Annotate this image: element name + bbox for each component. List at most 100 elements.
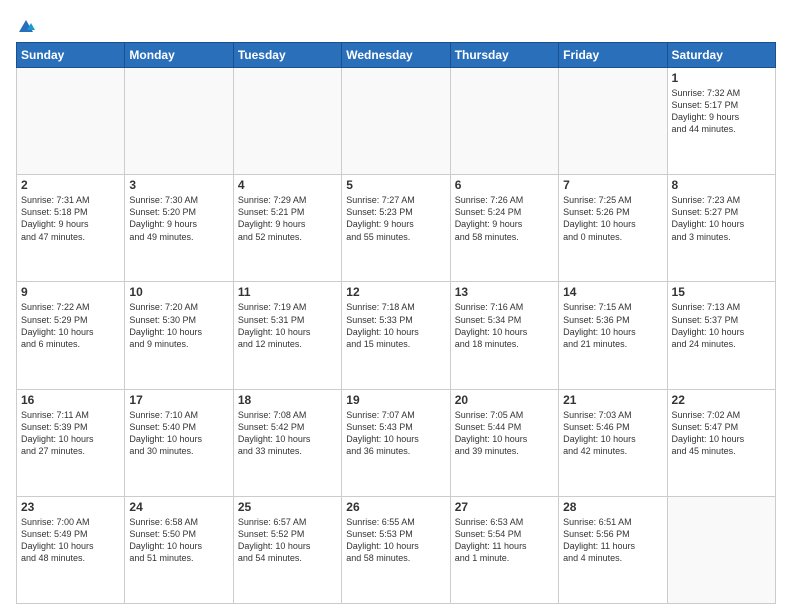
day-info: Sunrise: 6:51 AM Sunset: 5:56 PM Dayligh…	[563, 516, 662, 565]
page-container: SundayMondayTuesdayWednesdayThursdayFrid…	[0, 0, 792, 612]
day-info: Sunrise: 7:15 AM Sunset: 5:36 PM Dayligh…	[563, 301, 662, 350]
calendar-week-row: 1 Sunrise: 7:32 AM Sunset: 5:17 PM Daylig…	[17, 68, 776, 175]
day-info: Sunrise: 7:11 AM Sunset: 5:39 PM Dayligh…	[21, 409, 120, 458]
day-info: Sunrise: 7:27 AM Sunset: 5:23 PM Dayligh…	[346, 194, 445, 243]
day-number: 3	[129, 178, 228, 192]
day-info: Sunrise: 7:29 AM Sunset: 5:21 PM Dayligh…	[238, 194, 337, 243]
day-number: 14	[563, 285, 662, 299]
calendar-day-cell: 18 Sunrise: 7:08 AM Sunset: 5:42 PM Dayli…	[233, 389, 341, 496]
day-number: 28	[563, 500, 662, 514]
day-number: 19	[346, 393, 445, 407]
day-info: Sunrise: 7:00 AM Sunset: 5:49 PM Dayligh…	[21, 516, 120, 565]
logo-icon	[17, 18, 35, 36]
day-info: Sunrise: 7:16 AM Sunset: 5:34 PM Dayligh…	[455, 301, 554, 350]
calendar-day-cell: 15 Sunrise: 7:13 AM Sunset: 5:37 PM Dayli…	[667, 282, 775, 389]
day-info: Sunrise: 7:20 AM Sunset: 5:30 PM Dayligh…	[129, 301, 228, 350]
day-info: Sunrise: 7:31 AM Sunset: 5:18 PM Dayligh…	[21, 194, 120, 243]
calendar-day-cell: 23 Sunrise: 7:00 AM Sunset: 5:49 PM Dayli…	[17, 496, 125, 603]
day-info: Sunrise: 7:18 AM Sunset: 5:33 PM Dayligh…	[346, 301, 445, 350]
day-number: 18	[238, 393, 337, 407]
day-number: 17	[129, 393, 228, 407]
calendar-day-cell	[233, 68, 341, 175]
calendar-day-cell: 12 Sunrise: 7:18 AM Sunset: 5:33 PM Dayli…	[342, 282, 450, 389]
calendar-day-cell: 28 Sunrise: 6:51 AM Sunset: 5:56 PM Dayli…	[559, 496, 667, 603]
day-info: Sunrise: 6:53 AM Sunset: 5:54 PM Dayligh…	[455, 516, 554, 565]
day-number: 8	[672, 178, 771, 192]
calendar-day-cell: 27 Sunrise: 6:53 AM Sunset: 5:54 PM Dayli…	[450, 496, 558, 603]
day-number: 15	[672, 285, 771, 299]
day-info: Sunrise: 7:05 AM Sunset: 5:44 PM Dayligh…	[455, 409, 554, 458]
day-info: Sunrise: 7:10 AM Sunset: 5:40 PM Dayligh…	[129, 409, 228, 458]
calendar-day-header: Friday	[559, 43, 667, 68]
day-number: 26	[346, 500, 445, 514]
day-info: Sunrise: 6:58 AM Sunset: 5:50 PM Dayligh…	[129, 516, 228, 565]
logo	[16, 20, 35, 34]
calendar-day-cell: 8 Sunrise: 7:23 AM Sunset: 5:27 PM Daylig…	[667, 175, 775, 282]
day-info: Sunrise: 7:08 AM Sunset: 5:42 PM Dayligh…	[238, 409, 337, 458]
calendar-day-cell	[342, 68, 450, 175]
day-number: 13	[455, 285, 554, 299]
calendar-day-cell: 22Sunrise: 7:02 AM Sunset: 5:47 PM Dayli…	[667, 389, 775, 496]
day-number: 22	[672, 393, 771, 407]
calendar-day-cell: 11 Sunrise: 7:19 AM Sunset: 5:31 PM Dayli…	[233, 282, 341, 389]
calendar-day-cell: 26Sunrise: 6:55 AM Sunset: 5:53 PM Dayli…	[342, 496, 450, 603]
calendar-day-cell	[450, 68, 558, 175]
header	[16, 16, 776, 34]
day-number: 1	[672, 71, 771, 85]
day-number: 21	[563, 393, 662, 407]
day-number: 7	[563, 178, 662, 192]
calendar-day-header: Sunday	[17, 43, 125, 68]
calendar-day-header: Tuesday	[233, 43, 341, 68]
calendar-week-row: 16 Sunrise: 7:11 AM Sunset: 5:39 PM Dayli…	[17, 389, 776, 496]
day-number: 11	[238, 285, 337, 299]
day-info: Sunrise: 7:25 AM Sunset: 5:26 PM Dayligh…	[563, 194, 662, 243]
calendar-day-cell: 3 Sunrise: 7:30 AM Sunset: 5:20 PM Daylig…	[125, 175, 233, 282]
day-number: 5	[346, 178, 445, 192]
calendar-day-cell: 7 Sunrise: 7:25 AM Sunset: 5:26 PM Daylig…	[559, 175, 667, 282]
calendar-day-cell: 9 Sunrise: 7:22 AM Sunset: 5:29 PM Daylig…	[17, 282, 125, 389]
day-number: 20	[455, 393, 554, 407]
day-info: Sunrise: 7:30 AM Sunset: 5:20 PM Dayligh…	[129, 194, 228, 243]
day-info: Sunrise: 7:23 AM Sunset: 5:27 PM Dayligh…	[672, 194, 771, 243]
day-info: Sunrise: 7:03 AM Sunset: 5:46 PM Dayligh…	[563, 409, 662, 458]
day-number: 24	[129, 500, 228, 514]
calendar-day-cell: 14 Sunrise: 7:15 AM Sunset: 5:36 PM Dayli…	[559, 282, 667, 389]
calendar-day-cell: 13 Sunrise: 7:16 AM Sunset: 5:34 PM Dayli…	[450, 282, 558, 389]
day-info: Sunrise: 7:32 AM Sunset: 5:17 PM Dayligh…	[672, 87, 771, 136]
calendar-day-cell: 5 Sunrise: 7:27 AM Sunset: 5:23 PM Daylig…	[342, 175, 450, 282]
calendar-table: SundayMondayTuesdayWednesdayThursdayFrid…	[16, 42, 776, 604]
day-info: Sunrise: 7:07 AM Sunset: 5:43 PM Dayligh…	[346, 409, 445, 458]
day-info: Sunrise: 7:26 AM Sunset: 5:24 PM Dayligh…	[455, 194, 554, 243]
calendar-day-cell: 10 Sunrise: 7:20 AM Sunset: 5:30 PM Dayli…	[125, 282, 233, 389]
day-number: 12	[346, 285, 445, 299]
day-info: Sunrise: 7:22 AM Sunset: 5:29 PM Dayligh…	[21, 301, 120, 350]
day-info: Sunrise: 7:13 AM Sunset: 5:37 PM Dayligh…	[672, 301, 771, 350]
day-number: 10	[129, 285, 228, 299]
calendar-day-cell	[559, 68, 667, 175]
day-number: 27	[455, 500, 554, 514]
calendar-day-cell: 20 Sunrise: 7:05 AM Sunset: 5:44 PM Dayli…	[450, 389, 558, 496]
calendar-day-cell: 4 Sunrise: 7:29 AM Sunset: 5:21 PM Daylig…	[233, 175, 341, 282]
day-number: 25	[238, 500, 337, 514]
day-number: 16	[21, 393, 120, 407]
calendar-day-header: Monday	[125, 43, 233, 68]
calendar-day-cell: 19 Sunrise: 7:07 AM Sunset: 5:43 PM Dayli…	[342, 389, 450, 496]
day-number: 23	[21, 500, 120, 514]
calendar-day-cell: 6Sunrise: 7:26 AM Sunset: 5:24 PM Daylig…	[450, 175, 558, 282]
calendar-week-row: 23 Sunrise: 7:00 AM Sunset: 5:49 PM Dayli…	[17, 496, 776, 603]
day-number: 9	[21, 285, 120, 299]
calendar-day-cell: 2 Sunrise: 7:31 AM Sunset: 5:18 PM Daylig…	[17, 175, 125, 282]
calendar-week-row: 9 Sunrise: 7:22 AM Sunset: 5:29 PM Daylig…	[17, 282, 776, 389]
calendar-day-cell	[125, 68, 233, 175]
calendar-day-cell	[667, 496, 775, 603]
calendar-day-cell: 24 Sunrise: 6:58 AM Sunset: 5:50 PM Dayli…	[125, 496, 233, 603]
day-info: Sunrise: 7:19 AM Sunset: 5:31 PM Dayligh…	[238, 301, 337, 350]
day-info: Sunrise: 6:57 AM Sunset: 5:52 PM Dayligh…	[238, 516, 337, 565]
calendar-day-cell: 1 Sunrise: 7:32 AM Sunset: 5:17 PM Daylig…	[667, 68, 775, 175]
calendar-day-header: Wednesday	[342, 43, 450, 68]
calendar-header-row: SundayMondayTuesdayWednesdayThursdayFrid…	[17, 43, 776, 68]
day-number: 4	[238, 178, 337, 192]
calendar-day-cell: 21 Sunrise: 7:03 AM Sunset: 5:46 PM Dayli…	[559, 389, 667, 496]
day-number: 2	[21, 178, 120, 192]
calendar-day-cell: 16 Sunrise: 7:11 AM Sunset: 5:39 PM Dayli…	[17, 389, 125, 496]
